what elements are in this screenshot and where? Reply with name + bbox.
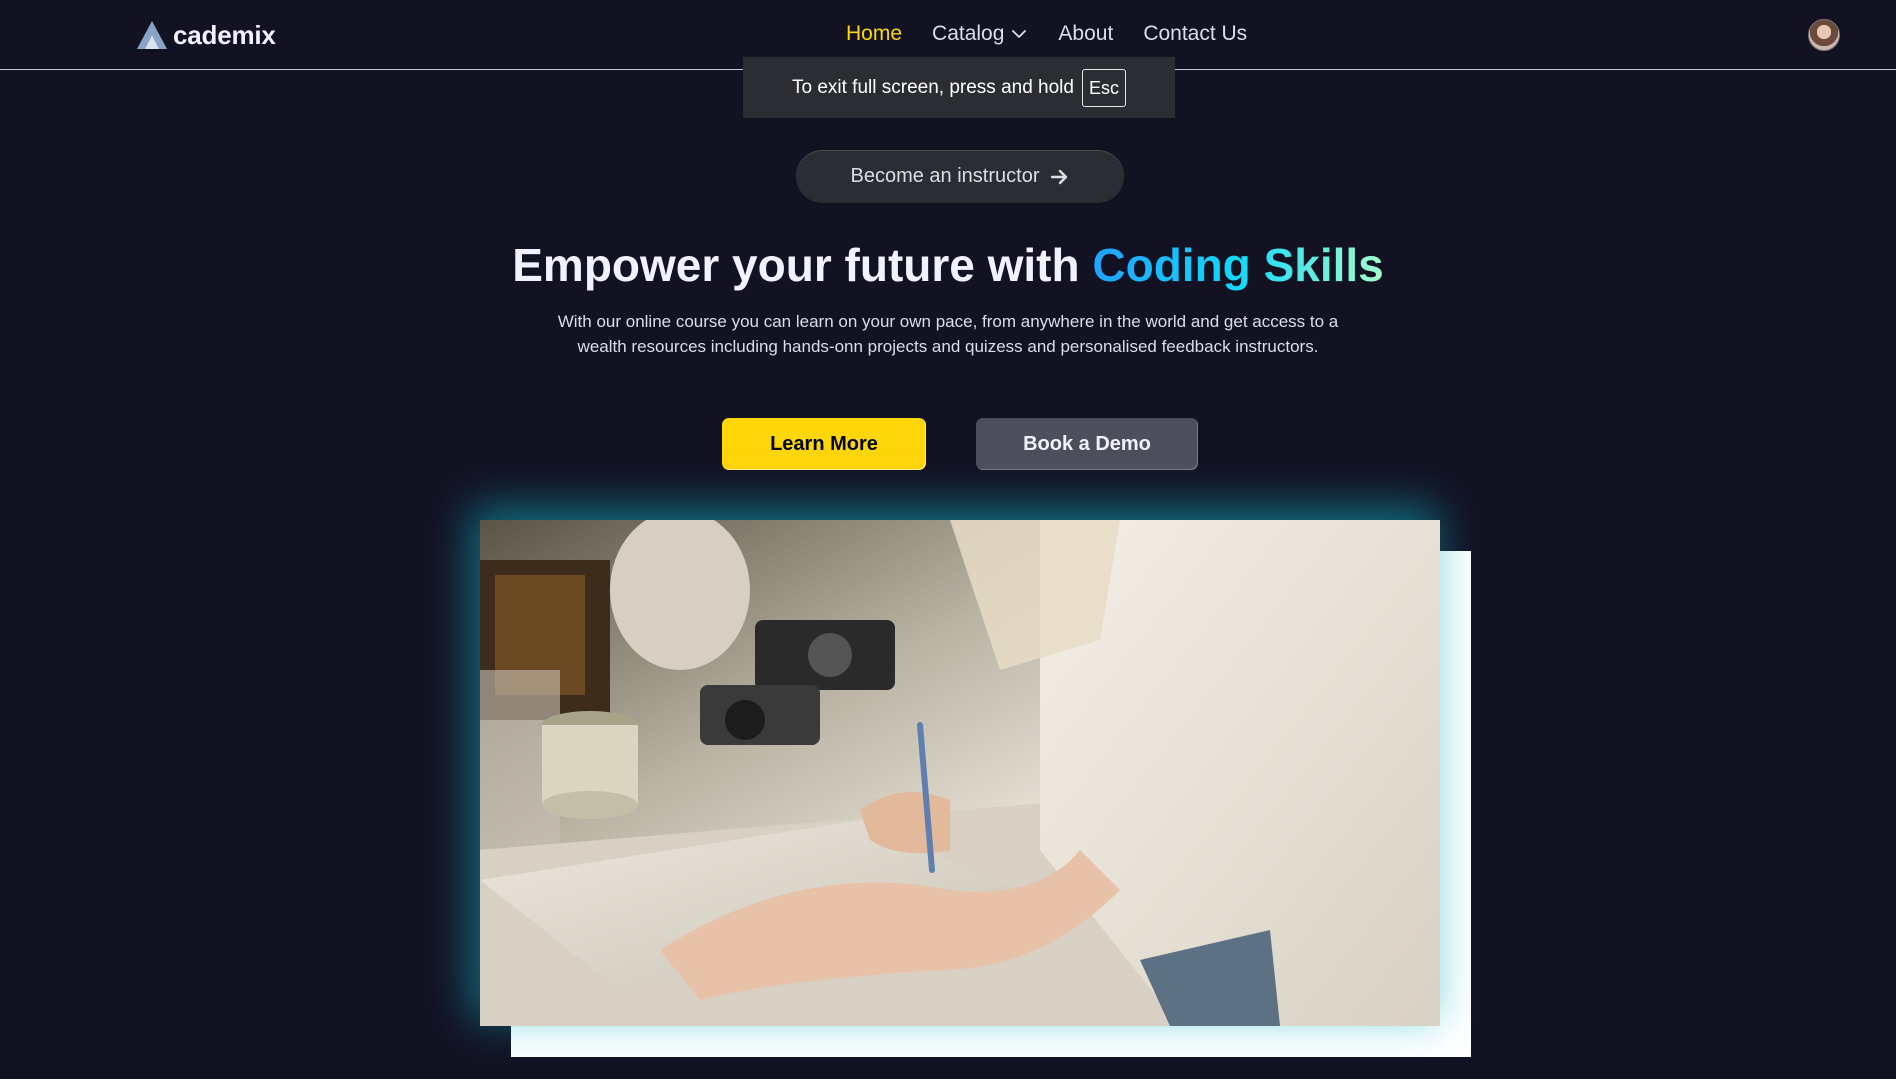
fullscreen-exit-toast: To exit full screen, press and hold Esc	[743, 57, 1175, 118]
nav-about[interactable]: About	[1058, 22, 1113, 46]
page: cademix Home Catalog About Contact Us To…	[0, 0, 1896, 1079]
hero-image	[480, 520, 1440, 1026]
logo[interactable]: cademix	[135, 17, 276, 53]
become-instructor-label: Become an instructor	[850, 165, 1040, 187]
learn-more-button[interactable]: Learn More	[722, 418, 926, 470]
nav-contact[interactable]: Contact Us	[1143, 22, 1247, 46]
hero-photo-illustration	[480, 520, 1440, 1026]
arrow-right-icon	[1051, 169, 1068, 184]
hero-title: Empower your future with Coding Skills	[0, 238, 1896, 292]
logo-text: cademix	[173, 19, 276, 50]
main-nav: Home Catalog About Contact Us	[846, 22, 1247, 46]
hero-description: With our online course you can learn on …	[557, 312, 1339, 356]
hero-title-highlight: Coding Skills	[1092, 239, 1384, 291]
avatar[interactable]	[1808, 19, 1840, 51]
book-demo-button[interactable]: Book a Demo	[976, 418, 1198, 470]
become-instructor-button[interactable]: Become an instructor	[796, 150, 1124, 203]
fullscreen-toast-message: To exit full screen, press and hold	[791, 76, 1074, 98]
nav-catalog[interactable]: Catalog	[932, 22, 1028, 46]
logo-icon	[137, 21, 167, 49]
chevron-down-icon	[1012, 30, 1027, 38]
hero-title-prefix: Empower your future with	[512, 239, 1093, 291]
nav-home[interactable]: Home	[846, 22, 902, 46]
nav-catalog-label: Catalog	[932, 22, 1005, 45]
esc-key-hint: Esc	[1081, 68, 1126, 107]
